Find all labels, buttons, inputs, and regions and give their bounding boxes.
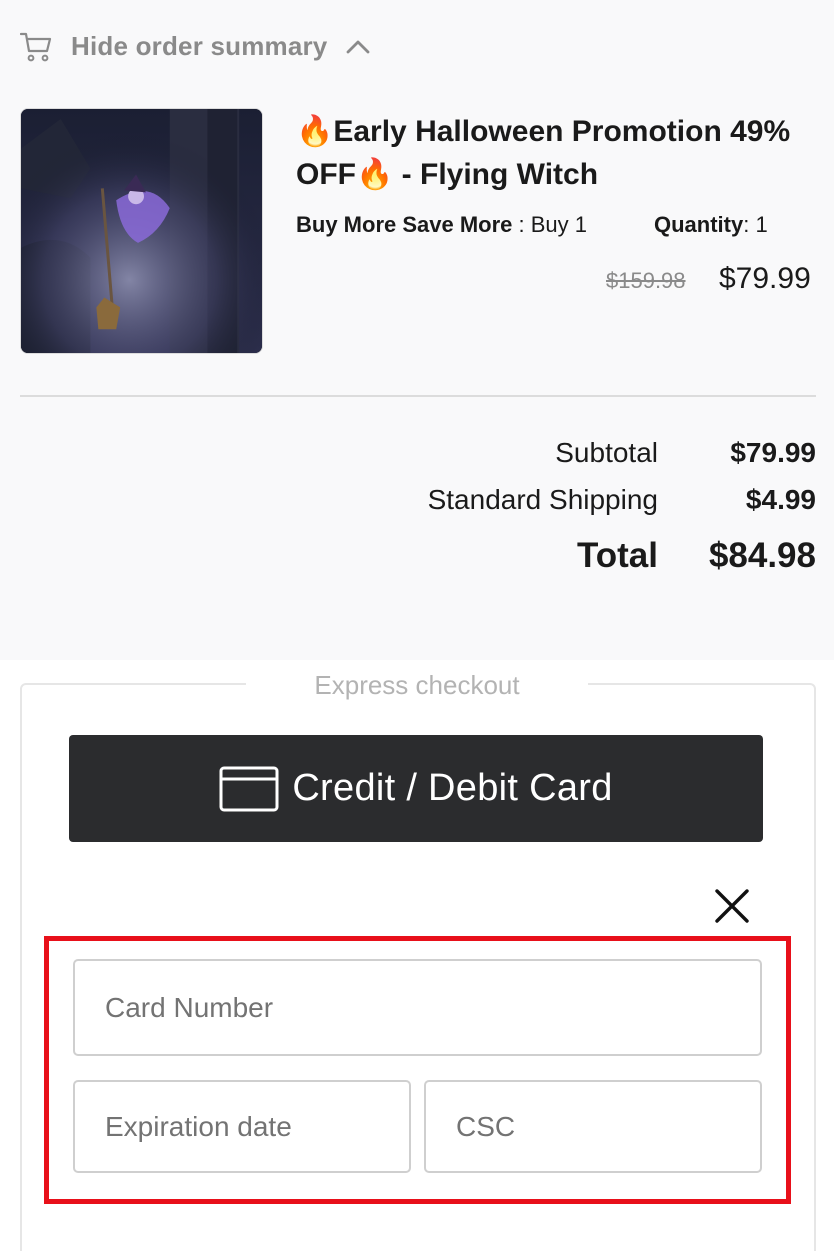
chevron-up-icon	[347, 40, 370, 54]
expiration-date-field[interactable]	[73, 1080, 411, 1173]
shipping-label: Standard Shipping	[427, 484, 658, 515]
option-value: : Buy 1	[512, 212, 587, 237]
product-title: 🔥Early Halloween Promotion 49% OFF🔥 - Fl…	[296, 115, 791, 191]
divider	[20, 395, 816, 397]
shipping-row: Standard Shipping $4.99	[0, 484, 816, 516]
order-summary-panel: Hide order summary 🔥Early Halloween Prom…	[0, 0, 834, 660]
total-row: Total $84.98	[0, 536, 816, 576]
hide-order-summary-label: Hide order summary	[71, 30, 328, 61]
product-image	[20, 108, 263, 354]
express-checkout-legend: Express checkout	[246, 668, 588, 702]
quantity-value: : 1	[743, 212, 768, 237]
credit-debit-card-button[interactable]: Credit / Debit Card	[69, 735, 763, 842]
subtotal-value: $79.99	[730, 437, 816, 468]
credit-debit-card-label: Credit / Debit Card	[292, 767, 613, 809]
subtotal-label: Subtotal	[555, 437, 658, 468]
cart-icon	[20, 32, 52, 62]
card-number-field[interactable]	[73, 959, 762, 1056]
sale-price: $79.99	[719, 262, 811, 295]
original-price: $159.98	[606, 268, 686, 293]
total-value: $84.98	[708, 536, 816, 575]
credit-card-icon	[219, 766, 279, 811]
product-options: Buy More Save More : Buy 1 Quantity: 1	[296, 210, 768, 240]
quantity-label: Quantity	[654, 212, 744, 237]
quantity: Quantity: 1	[654, 210, 768, 240]
subtotal-row: Subtotal $79.99	[0, 437, 816, 469]
close-icon[interactable]	[713, 887, 751, 925]
hide-order-summary-toggle[interactable]: Hide order summary	[20, 28, 371, 64]
shipping-value: $4.99	[745, 484, 816, 515]
option-label: Buy More Save More	[296, 212, 513, 237]
total-label: Total	[576, 536, 658, 575]
csc-field[interactable]	[424, 1080, 762, 1173]
